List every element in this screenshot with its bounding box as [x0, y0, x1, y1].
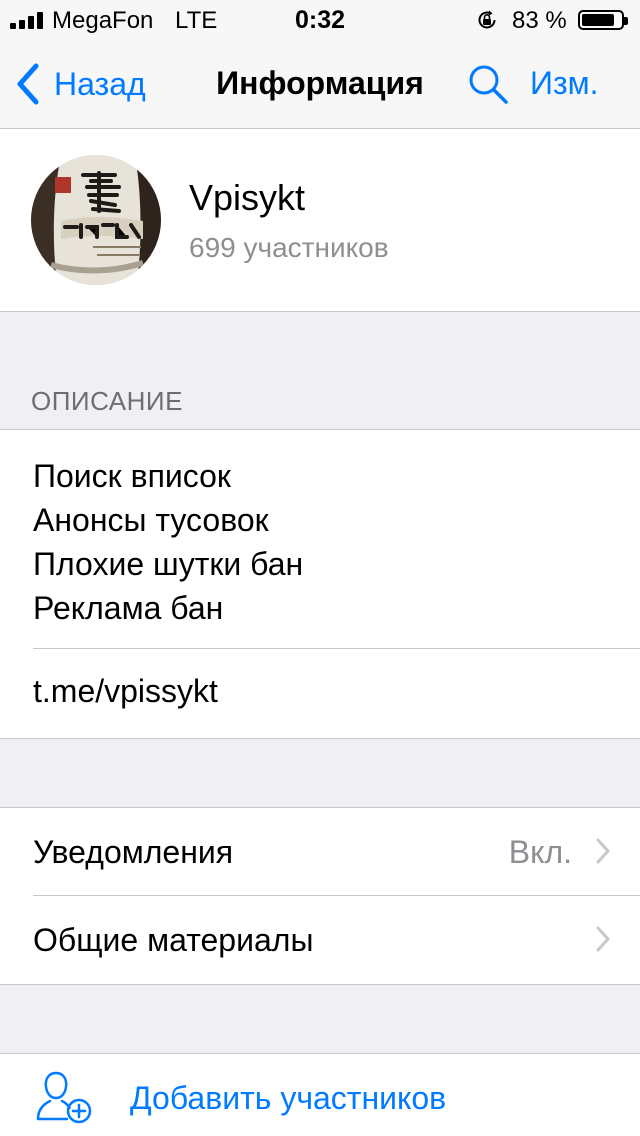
- chevron-right-icon: [596, 838, 610, 864]
- description-text: Поиск вписок Анонсы тусовок Плохие шутки…: [33, 454, 303, 630]
- navigation-bar: Назад Информация Изм.: [0, 40, 640, 128]
- battery-icon: [578, 10, 628, 30]
- divider: [33, 648, 640, 649]
- description-line: Поиск вписок: [33, 458, 231, 494]
- status-bar: MegaFon LTE 0:32 83 %: [0, 0, 640, 40]
- top-bar: MegaFon LTE 0:32 83 % Назад Информация И…: [0, 0, 640, 129]
- search-icon[interactable]: [466, 62, 510, 106]
- battery-percentage: 83 %: [512, 7, 567, 34]
- shared-media-row[interactable]: Общие материалы: [0, 896, 640, 984]
- edit-button[interactable]: Изм.: [530, 65, 599, 102]
- shared-media-label: Общие материалы: [33, 922, 314, 958]
- group-link[interactable]: t.me/vpissykt: [33, 673, 218, 710]
- battery-level-fill: [582, 14, 614, 26]
- profile-header: Vpisykt 699 участников: [0, 129, 640, 312]
- notifications-row[interactable]: Уведомления Вкл.: [0, 808, 640, 896]
- add-members-button[interactable]: Добавить участников: [0, 1053, 640, 1136]
- rotation-lock-icon: [478, 10, 496, 29]
- description-section: Поиск вписок Анонсы тусовок Плохие шутки…: [0, 429, 640, 739]
- description-line: Плохие шутки бан: [33, 546, 304, 582]
- back-button[interactable]: Назад: [14, 60, 146, 108]
- chevron-left-icon: [17, 63, 39, 105]
- group-name: Vpisykt: [189, 177, 306, 218]
- description-line: Реклама бан: [33, 590, 224, 626]
- description-line: Анонсы тусовок: [33, 502, 269, 538]
- notifications-label: Уведомления: [33, 834, 234, 870]
- notifications-value: Вкл.: [508, 834, 572, 870]
- avatar-image: [31, 155, 161, 285]
- add-members-label: Добавить участников: [130, 1080, 447, 1116]
- add-user-icon: [36, 1071, 92, 1124]
- battery-tip: [624, 17, 628, 25]
- chevron-right-icon: [596, 926, 610, 952]
- settings-section: Уведомления Вкл. Общие материалы: [0, 807, 640, 985]
- description-header: ОПИСАНИЕ: [31, 386, 183, 416]
- group-info-screen: MegaFon LTE 0:32 83 % Назад Информация И…: [0, 0, 640, 1136]
- group-avatar[interactable]: [31, 155, 161, 285]
- back-button-label: Назад: [54, 65, 146, 102]
- member-count: 699 участников: [189, 232, 389, 263]
